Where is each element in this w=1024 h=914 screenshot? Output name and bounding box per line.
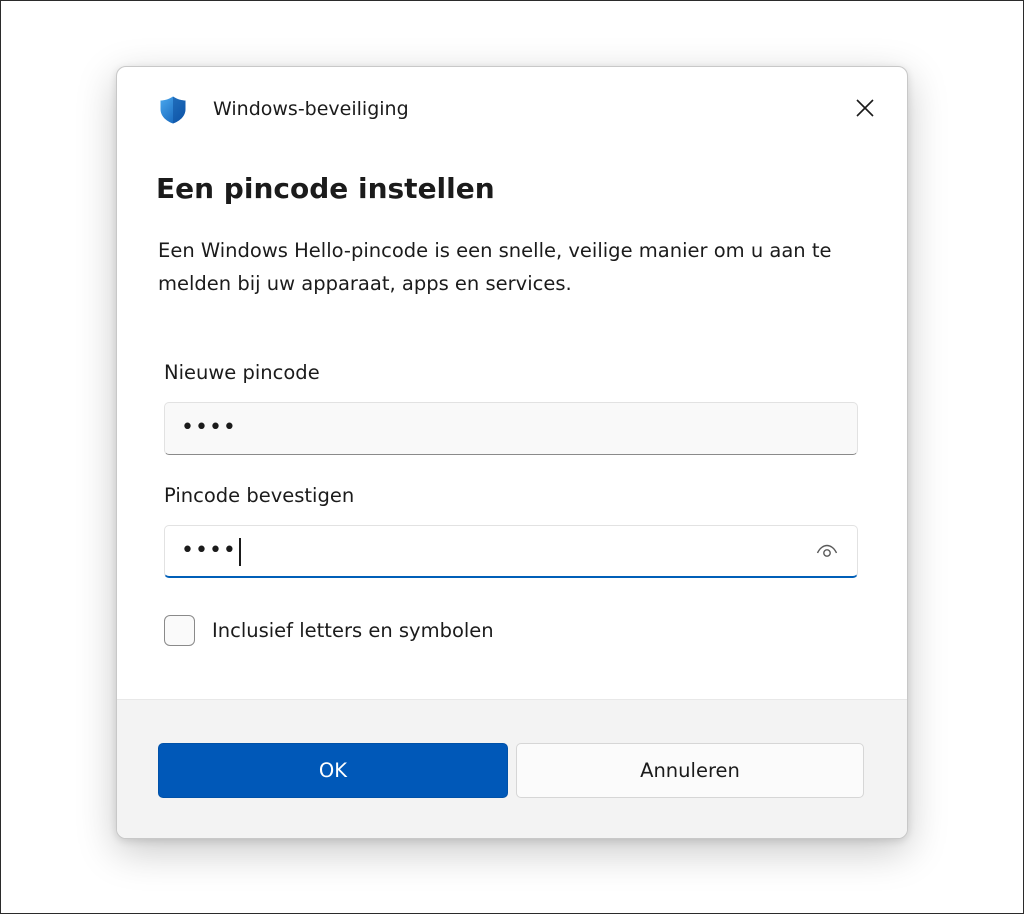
- close-icon: [856, 99, 874, 121]
- eye-icon: [816, 543, 838, 562]
- ok-button[interactable]: OK: [158, 743, 508, 798]
- new-pin-input[interactable]: ••••: [164, 402, 858, 455]
- confirm-pin-input[interactable]: ••••: [164, 525, 858, 578]
- text-caret: [239, 538, 241, 566]
- app-title: Windows-beveiliging: [213, 98, 409, 120]
- dialog-heading: Een pincode instellen: [156, 172, 495, 205]
- new-pin-value: ••••: [181, 415, 237, 440]
- confirm-pin-label: Pincode bevestigen: [164, 484, 355, 507]
- include-letters-option[interactable]: Inclusief letters en symbolen: [164, 612, 494, 648]
- dialog-description: Een Windows Hello-pincode is een snelle,…: [158, 239, 832, 295]
- include-letters-label: Inclusief letters en symbolen: [212, 618, 494, 642]
- confirm-pin-value: ••••: [181, 538, 237, 563]
- pin-setup-dialog: Windows-beveiliging Een pincode instelle…: [116, 66, 908, 839]
- reveal-pin-button[interactable]: [811, 541, 843, 563]
- shield-icon: [158, 95, 188, 125]
- cancel-button[interactable]: Annuleren: [516, 743, 864, 798]
- close-button[interactable]: [845, 92, 885, 128]
- title-bar: Windows-beveiliging: [117, 67, 907, 151]
- include-letters-checkbox[interactable]: [164, 614, 195, 646]
- new-pin-label: Nieuwe pincode: [164, 361, 320, 384]
- dialog-footer: OK Annuleren: [117, 699, 907, 838]
